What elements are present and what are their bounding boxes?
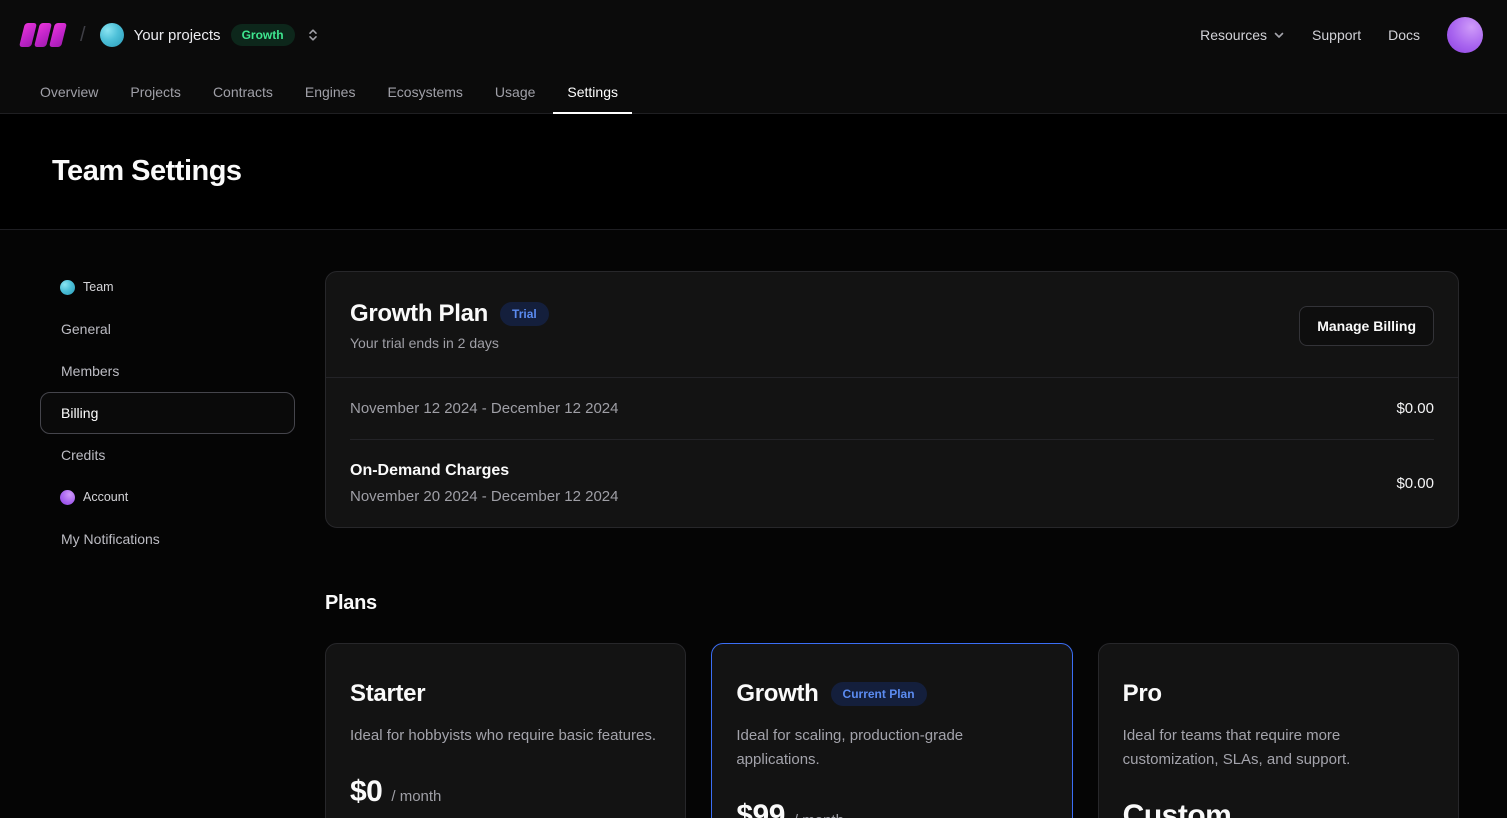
billing-main: Growth Plan Trial Your trial ends in 2 d… — [325, 258, 1459, 818]
sidebar-item-credits[interactable]: Credits — [40, 434, 295, 476]
manage-billing-button[interactable]: Manage Billing — [1299, 306, 1434, 346]
billing-period-row: November 12 2024 - December 12 2024 $0.0… — [326, 378, 1458, 439]
docs-link[interactable]: Docs — [1388, 27, 1420, 43]
tab-overview[interactable]: Overview — [24, 70, 114, 113]
sidebar-section-team-label: Team — [83, 280, 114, 294]
sidebar-section-team: Team — [40, 266, 295, 308]
chevron-down-icon — [1273, 29, 1285, 41]
growth-plan-period: / month — [794, 812, 844, 818]
breadcrumb-separator: / — [80, 24, 86, 47]
billing-card: Growth Plan Trial Your trial ends in 2 d… — [325, 271, 1459, 528]
billing-period: November 12 2024 - December 12 2024 — [350, 400, 619, 417]
on-demand-charges-amount: $0.00 — [1396, 475, 1434, 492]
pro-plan-title: Pro — [1123, 680, 1162, 708]
starter-plan-title: Starter — [350, 680, 425, 708]
billing-card-header: Growth Plan Trial Your trial ends in 2 d… — [326, 272, 1458, 377]
account-avatar-icon — [60, 490, 75, 505]
settings-sidebar: Team General Members Billing Credits Acc… — [40, 258, 295, 818]
on-demand-charges-row: On-Demand Charges November 20 2024 - Dec… — [326, 440, 1458, 527]
pro-plan-price: Custom — [1123, 799, 1232, 818]
growth-plan-description: Ideal for scaling, production-grade appl… — [736, 724, 1046, 772]
team-switcher-chevrons-icon[interactable] — [305, 27, 321, 43]
tab-settings[interactable]: Settings — [551, 70, 634, 113]
on-demand-charges-info: On-Demand Charges November 20 2024 - Dec… — [350, 462, 619, 505]
sidebar-section-account-label: Account — [83, 490, 128, 504]
team-avatar-icon — [60, 280, 75, 295]
trial-ends-text: Your trial ends in 2 days — [350, 335, 549, 351]
billing-amount: $0.00 — [1396, 400, 1434, 417]
on-demand-charges-period: November 20 2024 - December 12 2024 — [350, 488, 619, 505]
tab-engines[interactable]: Engines — [289, 70, 372, 113]
topbar-right-nav: Resources Support Docs — [1200, 17, 1483, 53]
plan-card-growth: Growth Current Plan Ideal for scaling, p… — [711, 643, 1072, 818]
thirdweb-logo-icon[interactable] — [22, 22, 64, 48]
tab-ecosystems[interactable]: Ecosystems — [371, 70, 478, 113]
dashboard-tabs: Overview Projects Contracts Engines Ecos… — [0, 70, 1507, 113]
pro-plan-description: Ideal for teams that require more custom… — [1123, 724, 1433, 772]
support-link[interactable]: Support — [1312, 27, 1361, 43]
sidebar-item-my-notifications[interactable]: My Notifications — [40, 518, 295, 560]
team-plan-badge: Growth — [231, 24, 295, 46]
current-plan-title: Growth Plan — [350, 300, 488, 328]
sidebar-section-account: Account — [40, 476, 295, 518]
trial-badge: Trial — [500, 302, 549, 326]
page-title: Team Settings — [0, 155, 242, 188]
title-band: Team Settings — [0, 114, 1507, 230]
team-name[interactable]: Your projects — [134, 27, 221, 44]
topbar: / Your projects Growth Resources Support… — [0, 0, 1507, 70]
tab-projects[interactable]: Projects — [114, 70, 197, 113]
tab-usage[interactable]: Usage — [479, 70, 551, 113]
resources-menu[interactable]: Resources — [1200, 27, 1285, 43]
starter-plan-price: $0 — [350, 775, 382, 809]
current-plan-badge: Current Plan — [831, 682, 927, 706]
tab-contracts[interactable]: Contracts — [197, 70, 289, 113]
content: Team General Members Billing Credits Acc… — [0, 230, 1507, 818]
header: / Your projects Growth Resources Support… — [0, 0, 1507, 114]
team-avatar[interactable] — [100, 23, 124, 47]
logo-bar — [49, 23, 67, 47]
growth-plan-title: Growth — [736, 680, 818, 708]
on-demand-charges-title: On-Demand Charges — [350, 462, 619, 480]
starter-plan-period: / month — [391, 788, 441, 805]
plans-grid: Starter Ideal for hobbyists who require … — [325, 643, 1459, 818]
billing-card-header-left: Growth Plan Trial Your trial ends in 2 d… — [350, 300, 549, 351]
plans-heading: Plans — [325, 592, 1459, 615]
sidebar-item-members[interactable]: Members — [40, 350, 295, 392]
plan-card-pro: Pro Ideal for teams that require more cu… — [1098, 643, 1459, 818]
plan-card-starter: Starter Ideal for hobbyists who require … — [325, 643, 686, 818]
sidebar-item-general[interactable]: General — [40, 308, 295, 350]
growth-plan-price: $99 — [736, 799, 785, 818]
user-avatar[interactable] — [1447, 17, 1483, 53]
resources-label: Resources — [1200, 27, 1267, 43]
starter-plan-description: Ideal for hobbyists who require basic fe… — [350, 724, 660, 748]
sidebar-item-billing[interactable]: Billing — [40, 392, 295, 434]
